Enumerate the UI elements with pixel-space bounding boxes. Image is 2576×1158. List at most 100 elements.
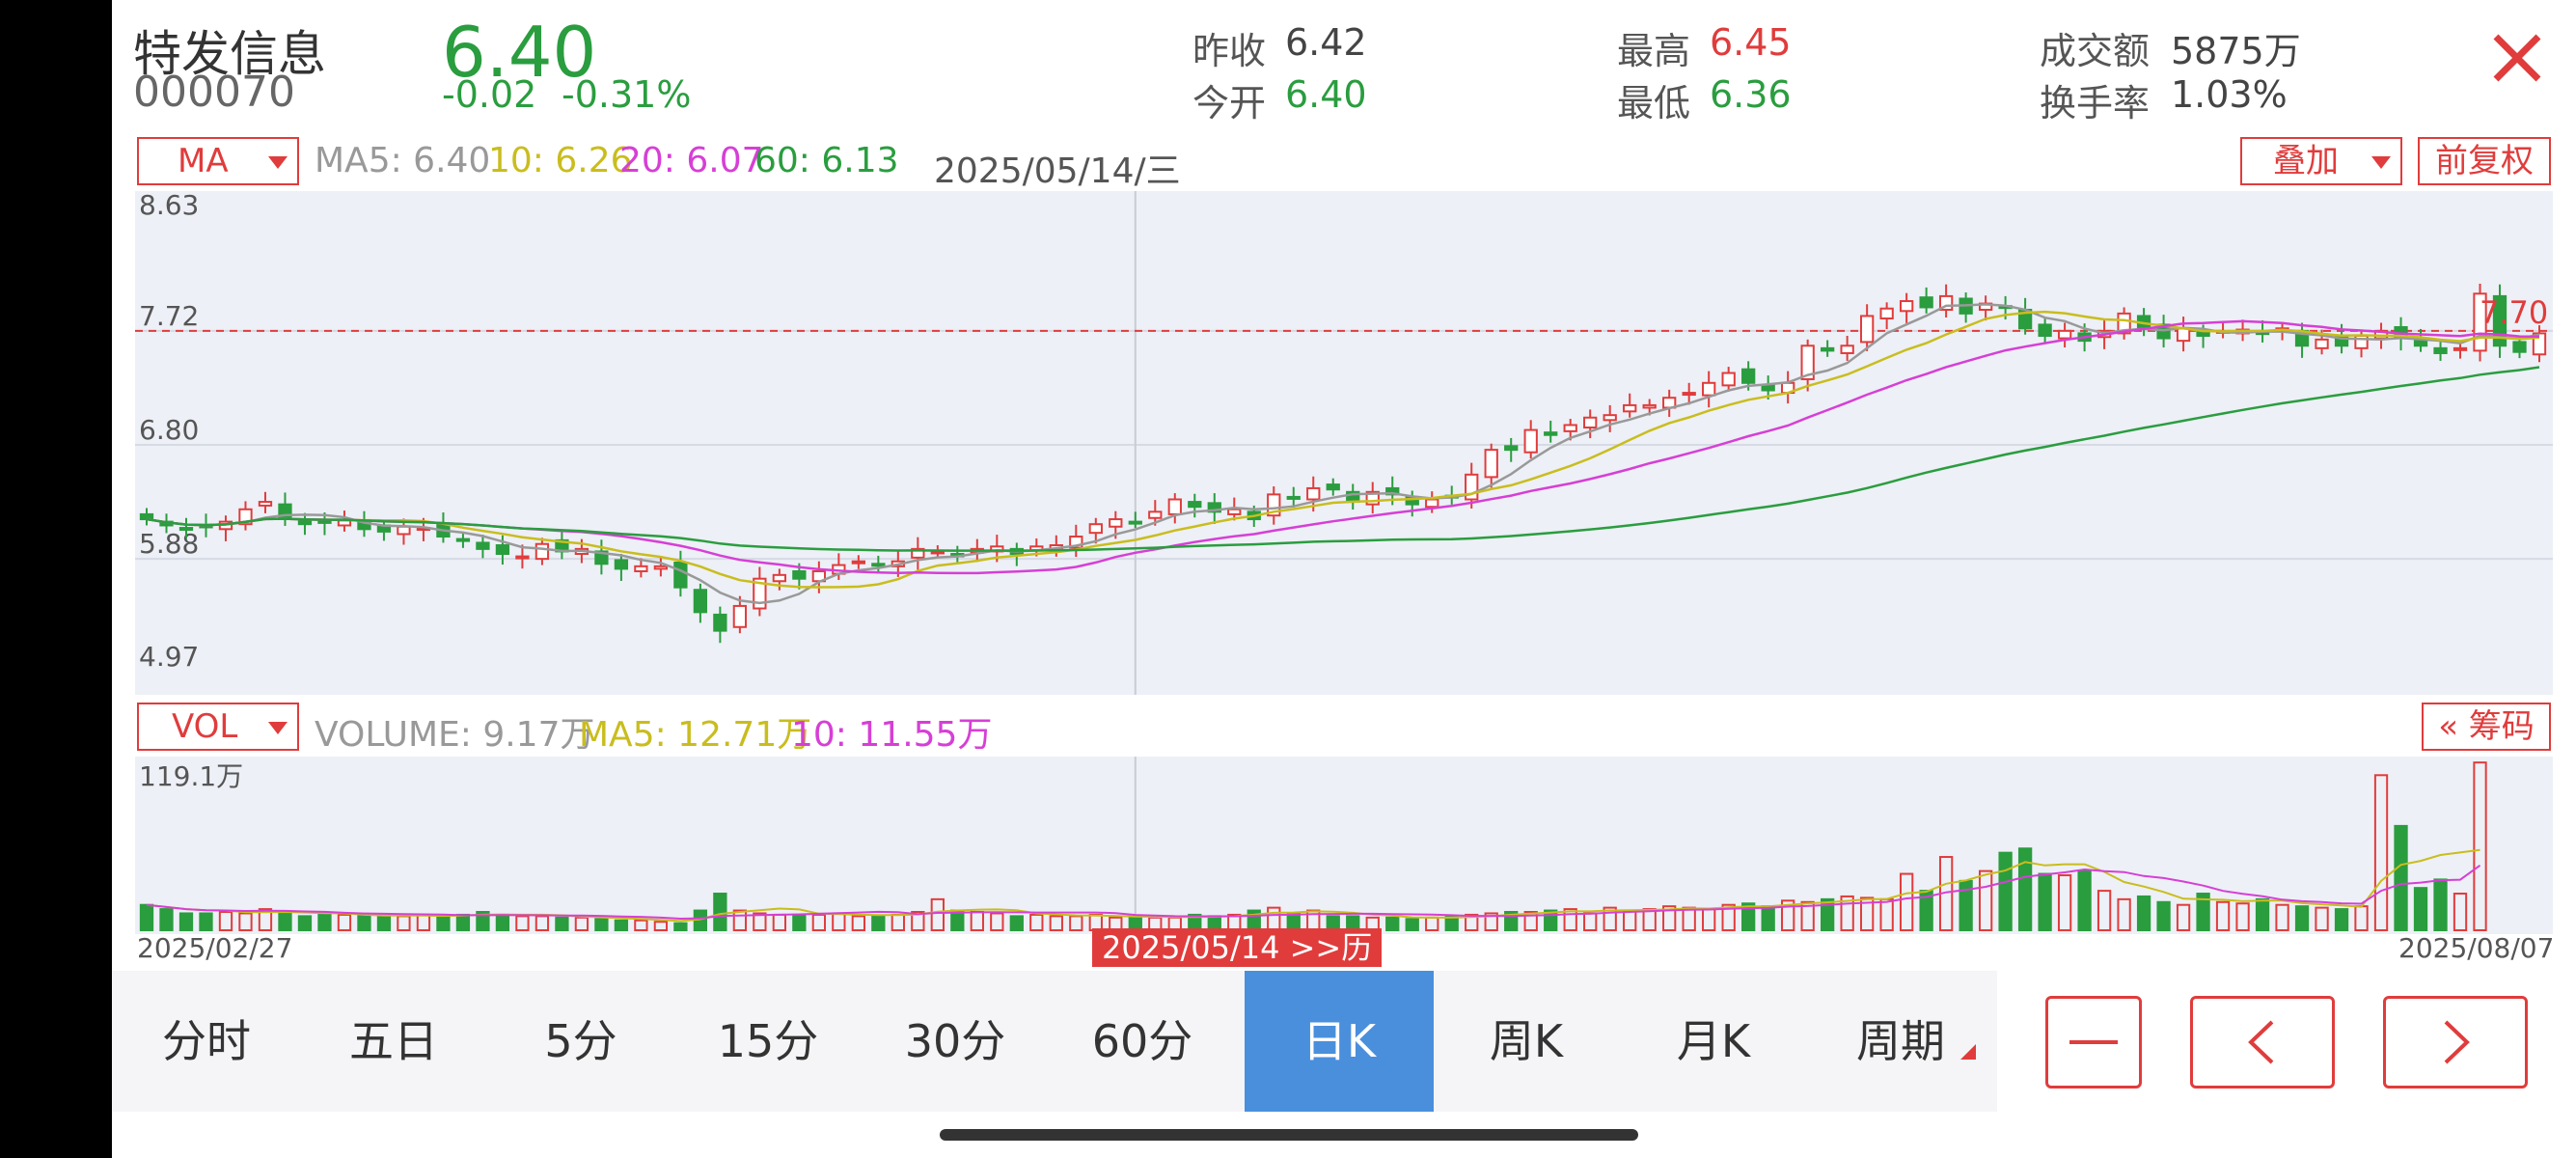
volume-bar [297,915,313,931]
price-chart-panel[interactable]: 8.63 7.72 6.80 5.88 4.97 7.70 [135,191,2553,695]
volume-bar [832,912,846,932]
end-date-label: 2025/08/07 [2398,932,2555,964]
candle-body [851,560,865,565]
last-price-label: 7.70 [2480,294,2548,331]
volume-bar [1425,916,1439,931]
volume-bar [2117,897,2131,932]
cursor-date: 2025/05/14/三 [934,152,1181,191]
chips-button[interactable]: « 筹码 [2422,703,2551,751]
open-label: 今开 [1192,82,1267,124]
tab-daily-k[interactable]: 日K [1245,971,1434,1112]
candle-body [1088,523,1103,535]
high-value: 6.45 [1710,21,1792,64]
candle-body [772,573,787,583]
zoom-out-button[interactable] [2045,996,2142,1089]
volume-bar [218,911,233,931]
volume-bar [1583,912,1598,932]
candlestick-chart[interactable]: 8.63 7.72 6.80 5.88 4.97 7.70 [135,191,2553,695]
next-button[interactable] [2383,996,2528,1089]
volume-bar [713,893,727,931]
candle-body [1899,300,1914,313]
start-date-label: 2025/02/27 [137,932,293,964]
volume-bar [495,913,510,932]
chevron-right-icon [2444,1020,2470,1064]
volume-bar [416,913,431,932]
volume-bar [772,913,787,932]
volume-bar [2394,824,2408,931]
ma60-line [146,366,2540,552]
candle-body [673,561,688,589]
candle-body [2512,341,2527,353]
indicator-select[interactable]: MA [137,137,299,185]
turnover-label: 成交额 [2040,30,2151,72]
volume-bar [2315,906,2329,931]
prev-button[interactable] [2190,996,2335,1089]
volume-bar [1069,915,1083,931]
turnover-rate-value: 1.03% [2171,73,2288,116]
candle-body [534,542,550,561]
candle-body [1227,508,1242,515]
candle-body [1504,445,1519,452]
candle-body [495,544,510,556]
candle-body [1523,428,1538,454]
volume-bar [1899,872,1914,931]
indicator-select-label: MA [178,142,229,180]
chevron-down-icon [268,156,288,169]
tab-15min[interactable]: 15分 [673,971,863,1112]
cursor-date-tag[interactable]: 2025/05/14 >>历 [1092,928,1383,967]
y-axis-label: 7.72 [139,300,199,332]
tab-monthly-k[interactable]: 月K [1619,971,1808,1112]
candle-body [1879,307,1894,320]
volume-bar [278,911,292,931]
candle-body [614,559,629,570]
volume-bar [2215,900,2231,931]
tab-intraday[interactable]: 分时 [112,971,301,1112]
candle-body [476,541,490,550]
overlay-select-label: 叠加 [2273,142,2339,180]
volume-indicator-label: VOL [172,707,238,746]
volume-bar [555,916,569,931]
volume-bar [2334,908,2349,932]
volume-bar [990,912,1004,932]
volume-bar [2275,903,2289,932]
candle-body [1682,392,1696,397]
volume-bar [397,915,411,931]
volume-indicator-select[interactable]: VOL [137,703,299,751]
volume-ma10-legend: 10: 11.55万 [791,715,993,755]
candle-body [1326,483,1340,491]
candle-body [653,565,669,570]
candle-body [1286,495,1301,500]
volume-bar [2255,897,2270,932]
volume-max-label: 119.1万 [139,760,243,792]
overlay-select[interactable]: 叠加 [2240,137,2402,185]
tab-five-day[interactable]: 五日 [299,971,488,1112]
prev-close-value: 6.42 [1285,21,1367,64]
volume-chart[interactable]: 119.1万 [135,757,2553,934]
volume-bar [673,922,688,932]
adjust-button[interactable]: 前复权 [2418,137,2551,185]
candle-body [1603,414,1617,422]
tab-60min[interactable]: 60分 [1048,971,1237,1112]
stock-code: 000070 [133,68,295,117]
volume-bar [1009,915,1024,931]
prev-close-label: 昨收 [1192,30,1267,72]
volume-bar [337,913,352,932]
volume-chart-panel[interactable]: 119.1万 [135,757,2553,934]
candle-body [2433,346,2448,354]
volume-bar [436,915,451,931]
tab-30min[interactable]: 30分 [861,971,1050,1112]
volume-bar [1049,915,1063,931]
tab-period-menu[interactable]: 周期 [1806,971,1995,1112]
tab-5min[interactable]: 5分 [486,971,675,1112]
volume-bar [1029,913,1044,932]
tab-weekly-k[interactable]: 周K [1432,971,1621,1112]
y-axis-label: 5.88 [139,528,199,560]
close-button[interactable] [2488,29,2546,87]
volume-legend: VOLUME: 9.17万 [315,715,595,755]
candle-body [1306,486,1321,501]
volume-bar [1682,906,1696,931]
close-icon [2493,34,2541,82]
volume-bar [199,912,213,932]
candle-body [515,555,530,560]
volume-bar [2433,878,2448,931]
